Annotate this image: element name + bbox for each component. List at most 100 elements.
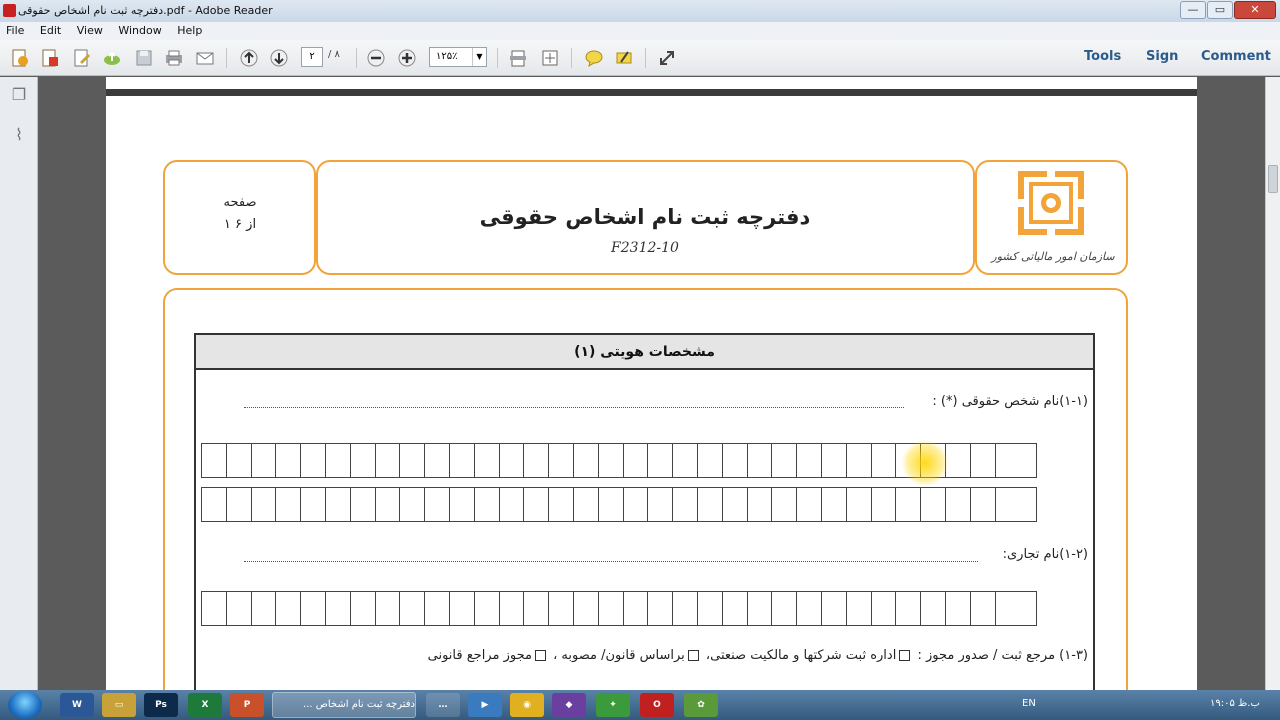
character-box[interactable]	[648, 444, 674, 477]
character-box[interactable]	[450, 444, 475, 477]
print-icon[interactable]	[163, 47, 185, 69]
explorer-taskbar-icon[interactable]: ▭	[102, 693, 136, 717]
character-box[interactable]	[822, 488, 847, 521]
character-box[interactable]	[326, 488, 351, 521]
character-box[interactable]	[996, 488, 1021, 521]
app-taskbar-icon[interactable]: ✦	[596, 693, 630, 717]
character-box[interactable]	[698, 444, 723, 477]
character-box[interactable]	[648, 592, 674, 625]
fit-page-icon[interactable]	[507, 47, 529, 69]
character-box[interactable]	[723, 488, 748, 521]
taskbar-item[interactable]: …	[426, 693, 460, 717]
character-box[interactable]	[996, 444, 1021, 477]
character-box[interactable]	[400, 488, 426, 521]
character-box[interactable]	[599, 488, 624, 521]
menu-file[interactable]: File	[0, 22, 30, 40]
character-box[interactable]	[574, 444, 599, 477]
character-box[interactable]	[227, 444, 252, 477]
character-box[interactable]	[301, 488, 326, 521]
character-box[interactable]	[475, 444, 500, 477]
character-box[interactable]	[450, 488, 475, 521]
character-box[interactable]	[822, 444, 847, 477]
character-box[interactable]	[376, 444, 401, 477]
character-box[interactable]	[500, 444, 525, 477]
character-box[interactable]	[748, 592, 773, 625]
character-box[interactable]	[202, 444, 227, 477]
character-box[interactable]	[673, 488, 698, 521]
character-box[interactable]	[524, 444, 550, 477]
character-box[interactable]	[574, 488, 599, 521]
character-box[interactable]	[624, 444, 649, 477]
character-box[interactable]	[847, 592, 872, 625]
opera-taskbar-icon[interactable]: O	[640, 693, 674, 717]
character-box[interactable]	[450, 592, 475, 625]
character-box[interactable]	[673, 444, 698, 477]
create-pdf-icon[interactable]	[9, 47, 31, 69]
character-box[interactable]	[276, 444, 302, 477]
character-box[interactable]	[276, 592, 302, 625]
menu-view[interactable]: View	[71, 22, 109, 40]
character-box[interactable]	[971, 444, 996, 477]
character-box[interactable]	[599, 592, 624, 625]
previous-page-icon[interactable]	[238, 47, 260, 69]
comment-button[interactable]: Comment	[1201, 49, 1271, 64]
character-box[interactable]	[872, 444, 897, 477]
registry-option-1-checkbox[interactable]	[899, 650, 911, 661]
menu-window[interactable]: Window	[112, 22, 167, 40]
menu-help[interactable]: Help	[171, 22, 208, 40]
character-box[interactable]	[524, 592, 550, 625]
character-box[interactable]	[400, 444, 426, 477]
next-page-icon[interactable]	[268, 47, 290, 69]
character-box[interactable]	[971, 488, 996, 521]
character-box[interactable]	[896, 592, 922, 625]
full-screen-icon[interactable]	[656, 47, 678, 69]
character-box[interactable]	[599, 444, 624, 477]
character-box[interactable]	[946, 444, 971, 477]
character-box[interactable]	[772, 444, 798, 477]
highlight-text-icon[interactable]	[613, 47, 635, 69]
character-box[interactable]	[524, 488, 550, 521]
close-button[interactable]: ✕	[1234, 1, 1276, 19]
sign-button[interactable]: Sign	[1146, 49, 1178, 64]
character-box[interactable]	[921, 592, 946, 625]
scrollbar-thumb[interactable]	[1268, 165, 1278, 193]
character-box[interactable]	[723, 444, 748, 477]
character-box[interactable]	[748, 444, 773, 477]
character-box[interactable]	[624, 592, 649, 625]
zoom-in-icon[interactable]	[396, 47, 418, 69]
character-box[interactable]	[227, 488, 252, 521]
page-number-input[interactable]: ۲	[301, 47, 323, 67]
character-box[interactable]	[872, 488, 897, 521]
character-box[interactable]	[227, 592, 252, 625]
character-box[interactable]	[252, 444, 277, 477]
page-thumbnails-icon[interactable]: ❐	[9, 85, 29, 105]
character-box[interactable]	[500, 488, 525, 521]
character-box[interactable]	[549, 444, 574, 477]
adobe-reader-taskbar-item[interactable]: دفترچه ثبت نام اشخاص ...	[272, 692, 416, 718]
powerpoint-taskbar-icon[interactable]: P	[230, 693, 264, 717]
save-icon[interactable]	[133, 47, 155, 69]
character-box[interactable]	[400, 592, 426, 625]
character-box[interactable]	[996, 592, 1021, 625]
photoshop-taskbar-icon[interactable]: Ps	[144, 693, 178, 717]
convert-pdf-icon[interactable]	[39, 47, 61, 69]
zoom-out-icon[interactable]	[365, 47, 387, 69]
character-box[interactable]	[698, 592, 723, 625]
email-icon[interactable]	[194, 47, 216, 69]
start-button[interactable]	[8, 691, 42, 719]
menu-edit[interactable]: Edit	[34, 22, 67, 40]
word-taskbar-icon[interactable]: W	[60, 693, 94, 717]
fit-width-icon[interactable]	[539, 47, 561, 69]
media-taskbar-icon[interactable]: ▶	[468, 693, 502, 717]
character-box[interactable]	[723, 592, 748, 625]
character-box[interactable]	[351, 592, 376, 625]
character-box[interactable]	[376, 488, 401, 521]
chevron-down-icon[interactable]: ▼	[472, 48, 486, 66]
vertical-scrollbar[interactable]	[1265, 77, 1280, 690]
cloud-upload-icon[interactable]	[101, 47, 123, 69]
sticky-note-icon[interactable]	[583, 47, 605, 69]
registry-option-2-checkbox[interactable]	[687, 650, 699, 661]
edit-document-icon[interactable]	[71, 47, 93, 69]
system-clock[interactable]: ۱۹:۰۵ ب.ظ	[1210, 698, 1260, 709]
character-box[interactable]	[376, 592, 401, 625]
